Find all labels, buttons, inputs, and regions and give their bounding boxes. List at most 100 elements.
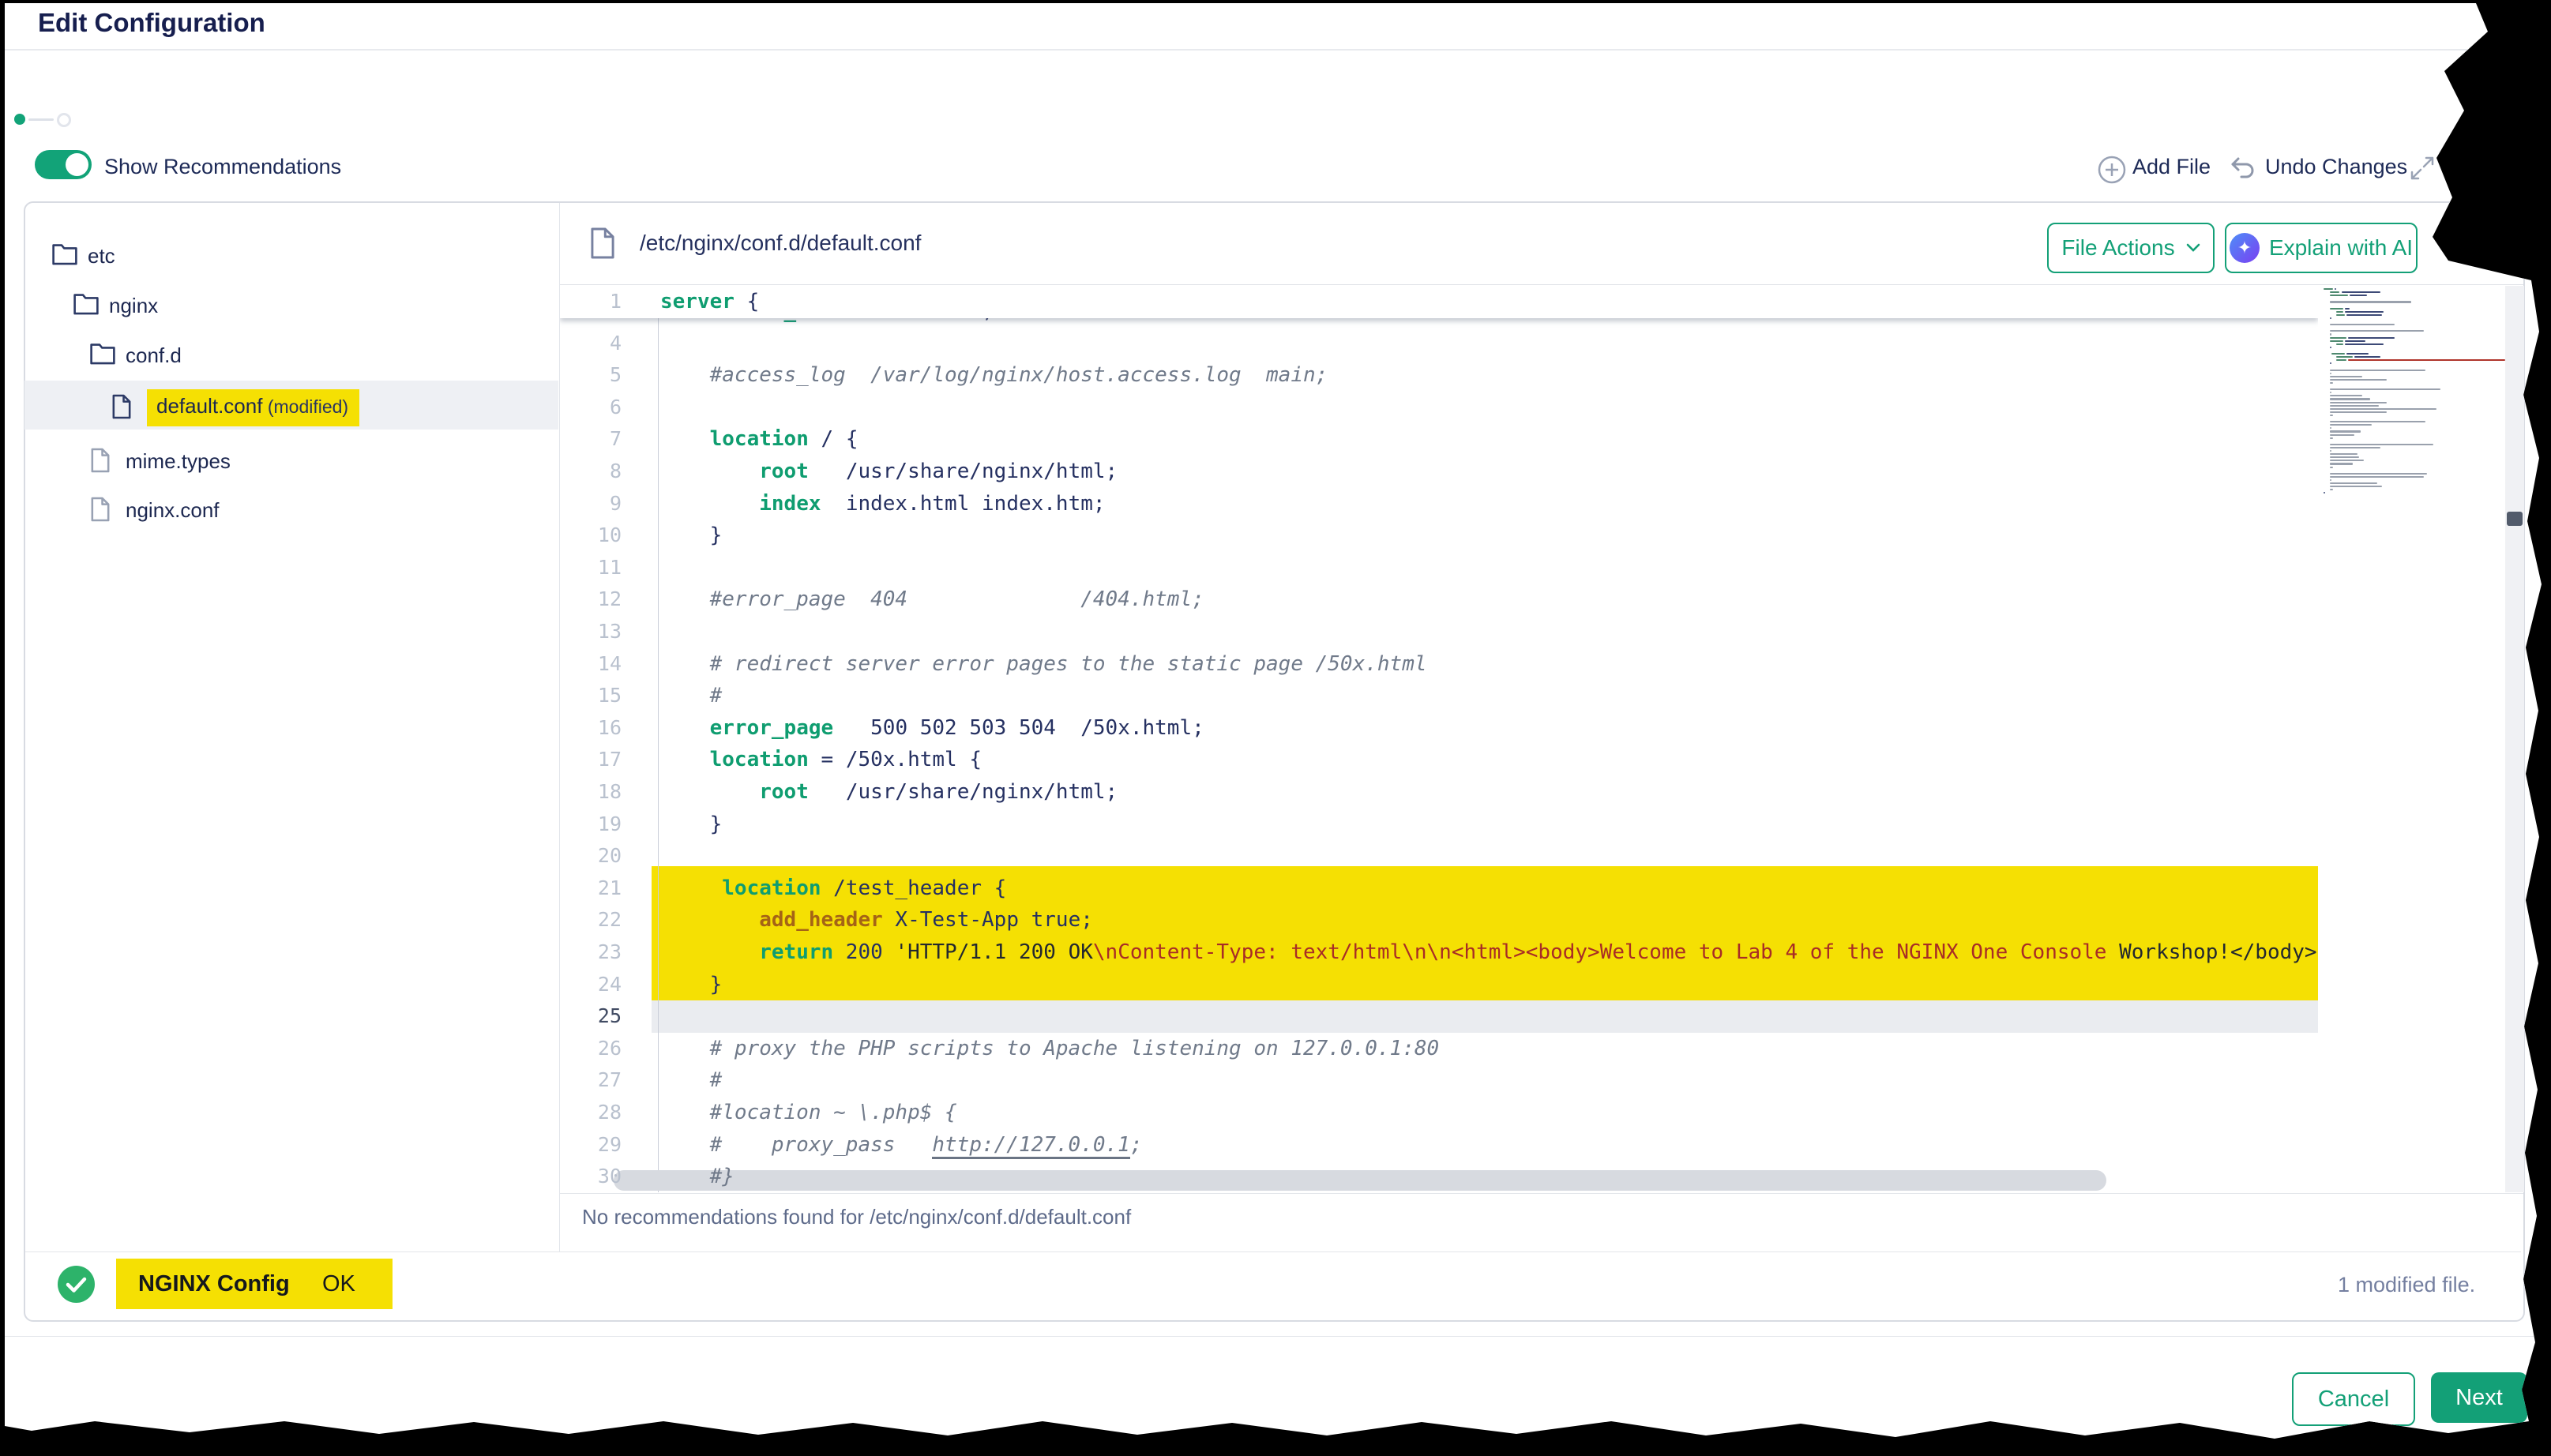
minimap-line bbox=[2346, 353, 2369, 355]
modified-files-count: 1 modified file. bbox=[2338, 1273, 2475, 1297]
add-file-label[interactable]: Add File bbox=[2132, 155, 2211, 179]
tree-item-label: default.conf (modified) bbox=[147, 389, 359, 426]
minimap-line bbox=[2330, 482, 2376, 484]
undo-changes-label[interactable]: Undo Changes bbox=[2265, 155, 2407, 179]
minimap-line bbox=[2330, 447, 2380, 448]
chevron-down-icon bbox=[2186, 243, 2200, 253]
minimap-line bbox=[2330, 430, 2361, 432]
minimap-line bbox=[2330, 402, 2387, 403]
minimap-line bbox=[2330, 453, 2358, 455]
minimap[interactable] bbox=[2324, 288, 2505, 762]
minimap-line bbox=[2324, 492, 2325, 493]
minimap-line bbox=[2330, 456, 2359, 458]
code-line-10: 10 } bbox=[560, 520, 2318, 552]
tree-item-label: nginx bbox=[109, 294, 158, 318]
minimap-line bbox=[2330, 301, 2411, 302]
footer-divider bbox=[5, 1336, 2548, 1337]
minimap-line bbox=[2330, 405, 2379, 407]
minimap-line bbox=[2330, 362, 2331, 364]
code-line-30: 30 #} bbox=[560, 1161, 2318, 1192]
explain-with-ai-button[interactable]: ✦ Explain with AI bbox=[2225, 223, 2418, 273]
minimap-line bbox=[2330, 427, 2331, 429]
recommendations-divider bbox=[560, 1193, 2523, 1194]
vertical-scrollbar-track[interactable] bbox=[2505, 286, 2524, 1192]
minimap-line bbox=[2330, 295, 2348, 296]
minimap-line bbox=[2330, 408, 2436, 410]
minimap-line bbox=[2330, 463, 2353, 464]
minimap-line bbox=[2336, 311, 2342, 313]
minimap-line bbox=[2348, 359, 2505, 361]
code-editor[interactable]: 3 server_name localhost;45 #access_log /… bbox=[560, 286, 2318, 1192]
minimap-line bbox=[2331, 353, 2344, 355]
minimap-line bbox=[2336, 343, 2342, 345]
check-circle-icon bbox=[58, 1266, 95, 1303]
tree-item-label: mime.types bbox=[126, 449, 231, 474]
minimap-line bbox=[2330, 376, 2362, 377]
minimap-line bbox=[2330, 460, 2364, 461]
tree-item-label: conf.d bbox=[126, 343, 182, 368]
minimap-line bbox=[2330, 392, 2331, 393]
minimap-line bbox=[2324, 288, 2333, 290]
minimap-line bbox=[2330, 330, 2424, 332]
minimap-line bbox=[2330, 370, 2425, 371]
tree-item-conf.d[interactable]: conf.d bbox=[24, 336, 558, 371]
tree-item-etc[interactable]: etc bbox=[24, 237, 558, 272]
minimap-line bbox=[2330, 437, 2333, 439]
ai-sparkle-icon: ✦ bbox=[2230, 233, 2260, 263]
expand-icon[interactable] bbox=[2409, 155, 2436, 182]
code-line-25: 25 bbox=[560, 1000, 2318, 1033]
folder-icon bbox=[51, 242, 78, 265]
code-line-12: 12 #error_page 404 /404.html; bbox=[560, 584, 2318, 616]
next-label: Next bbox=[2455, 1385, 2503, 1411]
minimap-line bbox=[2330, 291, 2339, 293]
minimap-line bbox=[2330, 424, 2372, 426]
minimap-line bbox=[2330, 337, 2346, 339]
minimap-line bbox=[2330, 411, 2387, 413]
show-recommendations-toggle[interactable] bbox=[35, 150, 92, 179]
tree-item-nginx[interactable]: nginx bbox=[24, 287, 558, 321]
code-line-23: 23 return 200 'HTTP/1.1 200 OK\nContent-… bbox=[560, 936, 2318, 969]
code-line-7: 7 location / { bbox=[560, 423, 2318, 456]
minimap-line bbox=[2330, 467, 2333, 468]
tree-item-default.conf[interactable]: default.conf (modified) bbox=[24, 381, 558, 430]
tree-item-mime.types[interactable]: mime.types bbox=[24, 442, 558, 477]
minimap-line bbox=[2330, 324, 2395, 325]
folder-icon bbox=[89, 341, 116, 365]
file-icon bbox=[89, 496, 111, 523]
code-line-28: 28 #location ~ \.php$ { bbox=[560, 1097, 2318, 1129]
code-line-9: 9 index index.html index.htm; bbox=[560, 488, 2318, 520]
nginx-config-label: NGINX Config bbox=[138, 1271, 290, 1297]
minimap-line bbox=[2330, 421, 2425, 422]
code-line-5: 5 #access_log /var/log/nginx/host.access… bbox=[560, 359, 2318, 392]
file-actions-button[interactable]: File Actions bbox=[2047, 223, 2215, 273]
minimap-line bbox=[2330, 395, 2362, 396]
minimap-line bbox=[2330, 333, 2331, 335]
explain-with-ai-label: Explain with AI bbox=[2269, 235, 2413, 261]
code-line-13: 13 bbox=[560, 616, 2318, 648]
tree-item-nginx.conf[interactable]: nginx.conf bbox=[24, 491, 558, 526]
code-line-14: 14 # redirect server error pages to the … bbox=[560, 648, 2318, 681]
cancel-label: Cancel bbox=[2318, 1387, 2389, 1413]
folder-icon bbox=[73, 291, 100, 315]
nginx-config-ok: OK bbox=[322, 1271, 355, 1297]
cancel-button[interactable]: Cancel bbox=[2292, 1372, 2415, 1426]
undo-icon[interactable] bbox=[2229, 155, 2257, 182]
minimap-line bbox=[2330, 473, 2427, 475]
sticky-line: 1server { bbox=[560, 286, 2318, 318]
minimap-line bbox=[2330, 382, 2333, 384]
next-button[interactable]: Next bbox=[2431, 1372, 2527, 1423]
vertical-scrollbar-thumb[interactable] bbox=[2507, 512, 2523, 526]
minimap-line bbox=[2330, 415, 2333, 416]
file-icon bbox=[111, 393, 133, 420]
code-line-29: 29 # proxy_pass http://127.0.0.1; bbox=[560, 1129, 2318, 1161]
code-line-17: 17 location = /50x.html { bbox=[560, 744, 2318, 776]
minimap-line bbox=[2354, 356, 2380, 358]
edit-configuration-dialog: Edit Configuration Show Recommendations … bbox=[0, 0, 2551, 1456]
minimap-line bbox=[2335, 288, 2336, 290]
code-line-11: 11 bbox=[560, 552, 2318, 584]
minimap-line bbox=[2330, 340, 2342, 342]
minimap-line bbox=[2336, 359, 2346, 361]
minimap-line bbox=[2336, 314, 2344, 316]
code-line-18: 18 root /usr/share/nginx/html; bbox=[560, 776, 2318, 809]
minimap-line bbox=[2330, 444, 2433, 445]
